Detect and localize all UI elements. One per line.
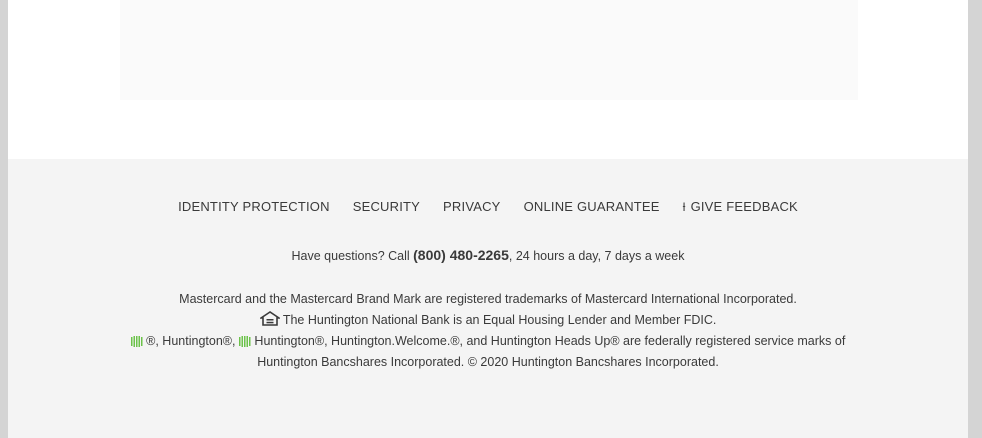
- equal-housing-notice: The Huntington National Bank is an Equal…: [8, 310, 968, 331]
- footer-nav: IDENTITY PROTECTION SECURITY PRIVACY ONL…: [8, 199, 968, 214]
- huntington-logo-icon: [238, 334, 254, 348]
- online-guarantee-link[interactable]: ONLINE GUARANTEE: [524, 199, 660, 214]
- privacy-link[interactable]: PRIVACY: [443, 199, 501, 214]
- security-link[interactable]: SECURITY: [353, 199, 420, 214]
- site-footer: IDENTITY PROTECTION SECURITY PRIVACY ONL…: [8, 159, 968, 438]
- mastercard-notice: Mastercard and the Mastercard Brand Mark…: [179, 292, 797, 306]
- give-feedback-link[interactable]: ƚ GIVE FEEDBACK: [683, 199, 798, 214]
- huntington-logo-icon: [130, 334, 146, 348]
- copyright-notice: Huntington Bancshares Incorporated. © 20…: [257, 355, 719, 369]
- feedback-icon: ƚ: [682, 199, 686, 214]
- equal-housing-icon: [257, 311, 283, 327]
- content-panel: [120, 0, 858, 100]
- identity-protection-link[interactable]: IDENTITY PROTECTION: [178, 199, 330, 214]
- page: IDENTITY PROTECTION SECURITY PRIVACY ONL…: [8, 0, 968, 438]
- phone-number-link[interactable]: (800) 480-2265: [413, 247, 509, 263]
- contact-line: Have questions? Call (800) 480-2265, 24 …: [291, 247, 685, 263]
- service-marks-notice: ®, Huntington®, Huntington®, Huntington.…: [8, 331, 968, 352]
- legal-text: Mastercard and the Mastercard Brand Mark…: [8, 289, 968, 373]
